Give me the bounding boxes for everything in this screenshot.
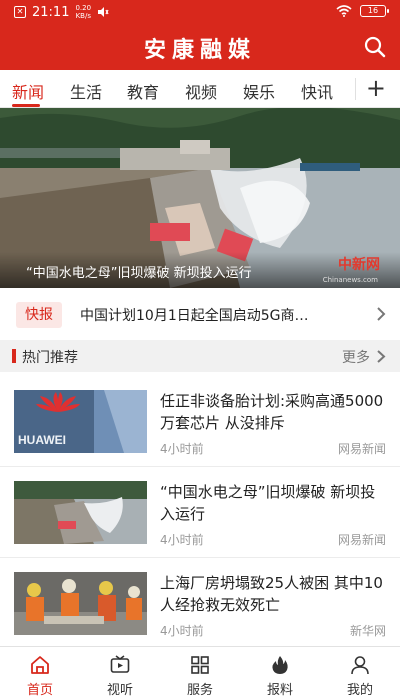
tab-video[interactable]: 视频 [185, 79, 217, 103]
tv-icon [110, 655, 130, 673]
news-source: 网易新闻 [337, 442, 386, 456]
news-source: 新华网 [349, 624, 386, 638]
search-icon[interactable] [364, 36, 386, 58]
plus-icon[interactable]: + [366, 76, 386, 100]
news-thumbnail [14, 572, 147, 635]
hot-section-header: 热门推荐 更多 [0, 340, 400, 372]
nav-label: 我的 [346, 683, 373, 698]
app-header: ✕ 21:11 0.20 KB/s 16 安康融媒 [0, 0, 400, 70]
grid-icon [191, 656, 209, 674]
app-title: 安康融媒 [143, 37, 256, 63]
watermark-logo: 中新网 [338, 257, 380, 273]
tab-life[interactable]: 生活 [70, 79, 102, 103]
battery-icon: 16 [360, 5, 389, 17]
nav-home[interactable]: 首页 [0, 647, 80, 700]
news-title: 任正非谈备胎计划:采购高通5000万套芯片 从没排斥 [160, 392, 384, 432]
tab-entertainment[interactable]: 娱乐 [243, 79, 275, 103]
flash-text: 中国计划10月1日起全国启动5G商… [80, 308, 309, 324]
news-thumbnail: HUAWEI [14, 390, 147, 453]
category-tabs: 新闻 生活 教育 视频 娱乐 快讯 + [0, 70, 400, 108]
news-item[interactable]: “中国水电之母”旧坝爆破 新坝投入运行 4小时前 网易新闻 [0, 467, 400, 558]
net-speed: 0.20 KB/s [75, 4, 92, 20]
watermark-subtext: Chinanews.com [322, 276, 378, 284]
hero-caption: “中国水电之母”旧坝爆破 新坝投入运行 [26, 266, 252, 281]
flash-news-row[interactable]: 快报 中国计划10月1日起全国启动5G商… [0, 288, 400, 340]
user-icon [351, 656, 369, 675]
nav-label: 服务 [186, 683, 213, 698]
nav-profile[interactable]: 我的 [320, 647, 400, 700]
news-item[interactable]: HUAWEI 任正非谈备胎计划:采购高通5000万套芯片 从没排斥 4小时前 网… [0, 376, 400, 467]
mute-icon [98, 7, 109, 17]
home-icon [31, 656, 49, 674]
nav-services[interactable]: 服务 [160, 647, 240, 700]
status-bar: ✕ 21:11 0.20 KB/s 16 [0, 0, 400, 26]
news-title: “中国水电之母”旧坝爆破 新坝投入运行 [160, 483, 376, 523]
news-time: 4小时前 [160, 533, 204, 547]
nav-label: 报料 [266, 683, 293, 698]
more-link[interactable]: 更多 [342, 347, 370, 367]
tab-flash[interactable]: 快讯 [301, 79, 333, 103]
flash-badge: 快报 [16, 302, 62, 328]
news-item[interactable]: 上海厂房坍塌致25人被困 其中10人经抢救无效死亡 4小时前 新华网 [0, 558, 400, 649]
nav-label: 视听 [106, 683, 133, 698]
chevron-right-icon [377, 307, 386, 321]
sim-alert-icon: ✕ [14, 6, 26, 18]
news-thumbnail [14, 481, 147, 544]
bottom-navigation: 首页 视听 服务 报料 我的 [0, 646, 400, 700]
svg-text:HUAWEI: HUAWEI [18, 433, 66, 447]
nav-audio-video[interactable]: 视听 [80, 647, 160, 700]
hero-banner[interactable]: “中国水电之母”旧坝爆破 新坝投入运行 中新网 Chinanews.com [0, 108, 400, 288]
section-marker [12, 349, 16, 363]
fire-icon [272, 656, 288, 674]
active-tab-indicator [12, 104, 40, 107]
nav-label: 首页 [26, 683, 53, 698]
news-time: 4小时前 [160, 624, 204, 638]
hot-title: 热门推荐 [22, 350, 78, 366]
tabs-divider [355, 78, 356, 100]
status-time: 21:11 [32, 4, 70, 20]
chevron-right-icon[interactable] [376, 350, 386, 363]
nav-report[interactable]: 报料 [240, 647, 320, 700]
wifi-icon [336, 5, 352, 17]
news-time: 4小时前 [160, 442, 204, 456]
tab-news[interactable]: 新闻 [12, 79, 44, 103]
news-source: 网易新闻 [337, 533, 386, 547]
news-title: 上海厂房坍塌致25人被困 其中10人经抢救无效死亡 [160, 574, 383, 614]
tab-education[interactable]: 教育 [127, 79, 159, 103]
